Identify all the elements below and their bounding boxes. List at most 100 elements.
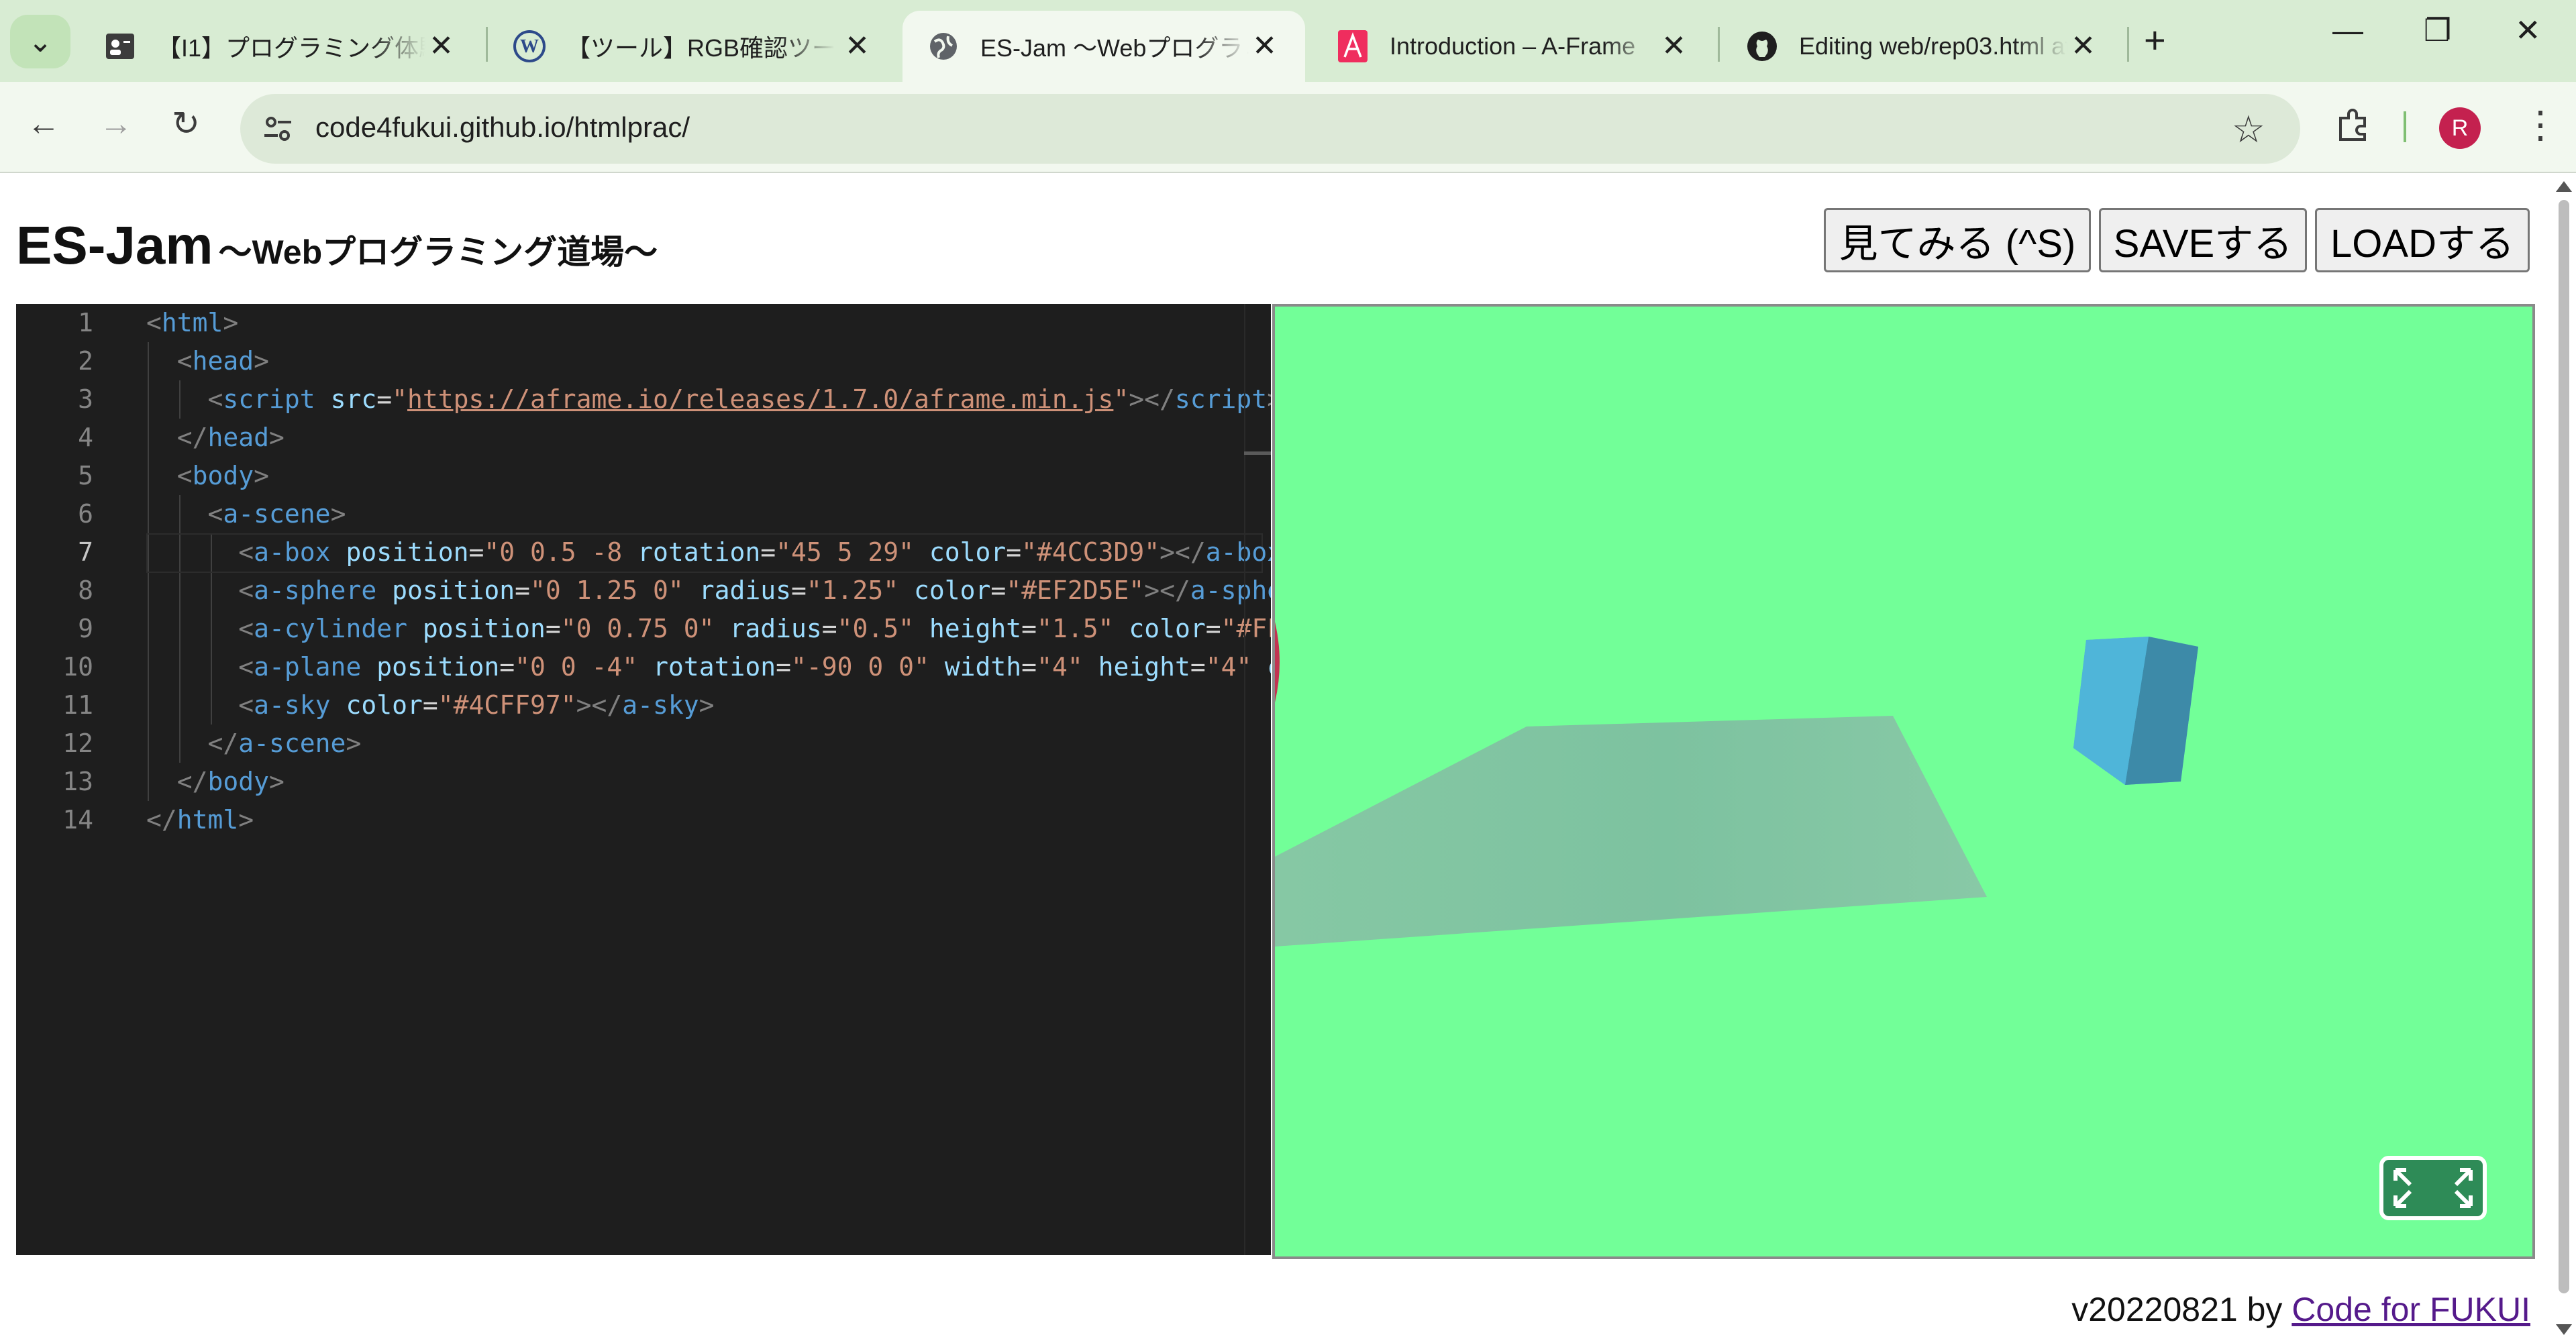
code-line: <body> (176, 461, 270, 490)
arrow-right-icon: → (99, 105, 133, 142)
extensions-icon[interactable] (2335, 106, 2373, 144)
chevron-down-icon: ⌄ (28, 25, 53, 58)
scrollbar-thumb[interactable] (2559, 200, 2569, 1293)
tab-separator (486, 27, 488, 62)
code-line: <html> (146, 308, 239, 337)
browser-toolbar: ← → ↻ code4fukui.github.io/htmlprac/ ☆ R… (0, 82, 2576, 173)
line-number: 10 (62, 652, 93, 682)
code-line: <a-sphere position="0 1.25 0" radius="1.… (238, 576, 1271, 605)
arrow-left-icon: ← (27, 105, 60, 142)
back-button[interactable]: ← (27, 103, 60, 144)
line-number: 13 (62, 767, 93, 796)
line-number: 11 (62, 690, 93, 720)
scroll-up-icon[interactable] (2556, 181, 2572, 192)
page-title: ES-Jam 〜Webプログラミング道場〜 (16, 215, 658, 276)
tab-title: Introduction – A-Frame (1390, 32, 1636, 60)
tab-3-active[interactable]: ES-Jam 〜Webプログラミング道場〜 ✕ (903, 11, 1305, 82)
code-line: <a-sky color="#4CFF97"></a-sky> (238, 690, 715, 720)
tab-title: ES-Jam 〜Webプログラミング道場〜 (980, 34, 1249, 62)
code-line: </head> (176, 423, 285, 452)
restore-button[interactable]: ❐ (2424, 12, 2451, 48)
svg-text:W: W (520, 36, 539, 57)
plus-icon: + (2144, 19, 2166, 61)
line-number: 14 (62, 805, 93, 835)
line-number: 12 (62, 729, 93, 758)
restore-icon: ❐ (2424, 13, 2452, 48)
line-number: 1 (78, 308, 93, 337)
close-icon: ✕ (2515, 13, 2541, 48)
close-icon[interactable]: ✕ (2071, 30, 2096, 63)
sphere-edge (1275, 622, 1280, 702)
code-editor[interactable]: 1 2 3 4 5 6 7 8 9 10 11 12 13 14 <html> … (16, 304, 1271, 1255)
forward-button[interactable]: → (99, 103, 133, 144)
toolbar-divider (2404, 111, 2406, 142)
editor-scroll-marker (1244, 451, 1271, 455)
code-for-fukui-link[interactable]: Code for FUKUI (2291, 1291, 2530, 1328)
reload-icon: ↻ (172, 105, 200, 142)
line-number: 6 (78, 499, 93, 529)
aframe-icon (1336, 30, 1370, 63)
close-icon[interactable]: ✕ (429, 30, 454, 63)
close-window-button[interactable]: ✕ (2515, 12, 2541, 48)
tab-strip: ⌄ 【I1】プログラミング体験とHP作成 ✕ W 【ツール】RGB確認ツール –… (0, 0, 2576, 82)
tab-1[interactable]: 【I1】プログラミング体験とHP作成 ✕ (79, 11, 482, 82)
bookmark-star-icon[interactable]: ☆ (2232, 107, 2265, 152)
line-number: 4 (78, 423, 93, 452)
page-content: ES-Jam 〜Webプログラミング道場〜 見てみる (^S) SAVEする LO… (0, 173, 2576, 1343)
scroll-down-icon[interactable] (2556, 1324, 2572, 1335)
close-icon[interactable]: ✕ (845, 30, 870, 63)
code-line: <script src="https://aframe.io/releases/… (207, 384, 1271, 414)
tab-title: Editing web/rep03.html at (1799, 32, 2067, 60)
page-scrollbar[interactable] (2551, 173, 2576, 1343)
site-info-icon[interactable] (260, 111, 295, 146)
tab-2[interactable]: W 【ツール】RGB確認ツール – N ✕ (488, 11, 898, 82)
new-tab-button[interactable]: + (2144, 20, 2166, 60)
load-button[interactable]: LOADする (2315, 208, 2530, 272)
view-button[interactable]: 見てみる (^S) (1824, 208, 2091, 272)
site-name: ES-Jam (16, 215, 213, 275)
fullscreen-button[interactable] (2379, 1156, 2487, 1220)
minimize-icon: — (2332, 13, 2363, 48)
tab-4[interactable]: Introduction – A-Frame ✕ (1312, 11, 1714, 82)
address-bar[interactable]: code4fukui.github.io/htmlprac/ ☆ (240, 94, 2300, 164)
globe-icon (927, 30, 960, 63)
scene-canvas (1275, 622, 2198, 947)
wordpress-icon: W (513, 30, 546, 63)
code-line: <head> (176, 346, 270, 376)
line-number: 3 (78, 384, 93, 414)
tab-5[interactable]: Editing web/rep03.html at ✕ (1721, 11, 2124, 82)
line-number: 8 (78, 576, 93, 605)
tab-title: 【ツール】RGB確認ツール – N (566, 34, 835, 62)
github-icon (1745, 30, 1779, 63)
code-line: </body> (176, 767, 285, 796)
page-footer: v20220821 by Code for FUKUI (2071, 1290, 2530, 1329)
profile-avatar[interactable]: R (2439, 107, 2481, 149)
code-line: <a-box position="0 0.5 -8 rotation="45 5… (238, 537, 1271, 567)
tab-separator (1718, 27, 1720, 62)
browser-menu-icon[interactable]: ⋮ (2522, 105, 2559, 145)
fullscreen-icon (2393, 1168, 2473, 1208)
close-icon[interactable]: ✕ (1661, 30, 1686, 63)
minimize-button[interactable]: — (2332, 12, 2363, 48)
code-line: <a-cylinder position="0 0.75 0" radius="… (238, 614, 1271, 643)
line-number: 5 (78, 461, 93, 490)
plane-shape (1275, 716, 1987, 947)
code-line: </html> (146, 805, 254, 835)
tab-search-button[interactable]: ⌄ (10, 15, 70, 68)
save-button[interactable]: SAVEする (2099, 208, 2307, 272)
code-line: <a-plane position="0 0 -4" rotation="-90… (238, 652, 1271, 682)
line-number-gutter: 1 2 3 4 5 6 7 8 9 10 11 12 13 14 (16, 304, 137, 1255)
classroom-icon (103, 30, 137, 63)
code-line: <a-scene> (207, 499, 346, 529)
aframe-preview[interactable] (1272, 304, 2535, 1259)
editor-scrollbar[interactable] (1244, 304, 1245, 1255)
close-icon[interactable]: ✕ (1252, 30, 1277, 63)
tab-title: 【I1】プログラミング体験とHP作成 (157, 34, 425, 62)
line-number: 7 (78, 537, 93, 567)
version-text: v20220821 by (2071, 1291, 2283, 1328)
code-line: </a-scene> (207, 729, 362, 758)
reload-button[interactable]: ↻ (172, 103, 200, 144)
url-text[interactable]: code4fukui.github.io/htmlprac/ (315, 111, 690, 144)
site-subtitle: 〜Webプログラミング道場〜 (218, 233, 658, 271)
line-number: 9 (78, 614, 93, 643)
